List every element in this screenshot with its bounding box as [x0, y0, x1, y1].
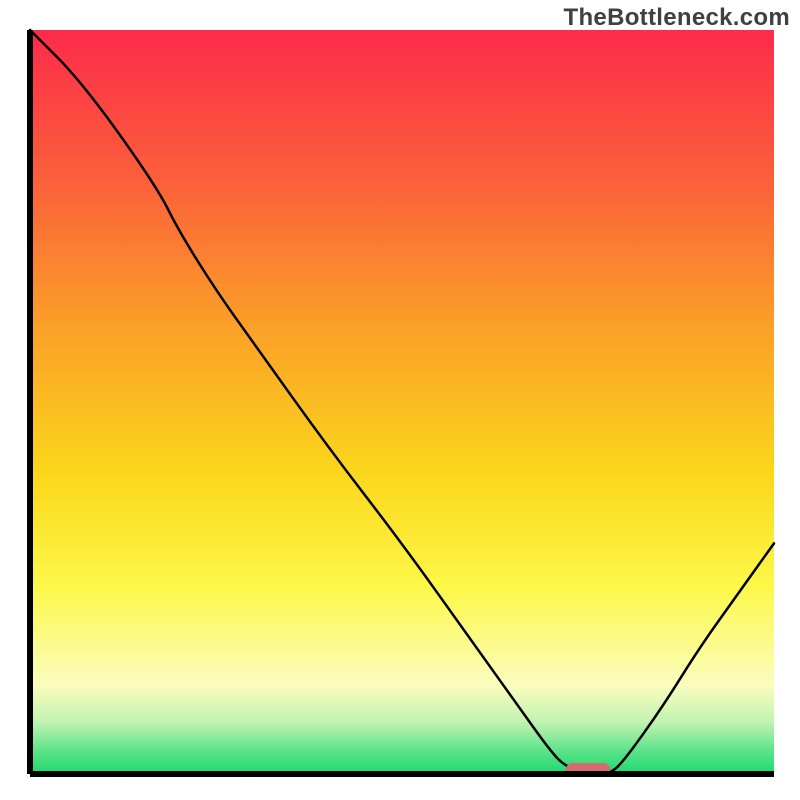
watermark-text: TheBottleneck.com	[564, 4, 790, 32]
bottleneck-chart	[0, 0, 800, 800]
plot-background	[30, 30, 774, 774]
chart-container: TheBottleneck.com	[0, 0, 800, 800]
